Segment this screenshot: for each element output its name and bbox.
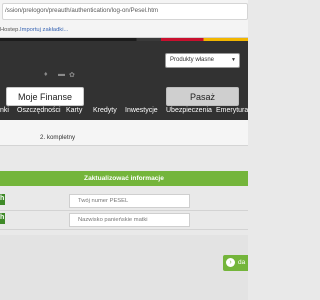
address-bar[interactable]: /ssion/prelogon/preauth/authentication/l… (2, 3, 248, 20)
header-banner: Produkty własne ▼ ♦ ▬ ✿ Moje Finanse Pas… (0, 41, 248, 120)
header-icons: ♦ ▬ ✿ (44, 71, 82, 81)
pesel-placeholder: Twój numer PESEL (78, 198, 129, 204)
nav-item-emerytura[interactable]: Emerytura (216, 107, 248, 114)
form-title: Zaktualizować informacje (84, 175, 164, 182)
message-icon[interactable]: ▬ (58, 71, 65, 78)
products-select-value: Produkty własne (170, 57, 215, 63)
row-divider (0, 210, 248, 211)
arrow-right-icon: › (226, 258, 235, 267)
main-nav: nki Oszczędności Karty Kredyty Inwestycj… (0, 107, 248, 119)
next-button[interactable]: › da (223, 255, 248, 271)
maiden-name-placeholder: Nazwisko panieńskie matki (78, 217, 148, 223)
chevron-down-icon: ▼ (231, 57, 236, 63)
pesel-row-icon: h (0, 194, 5, 205)
nav-item-kredyty[interactable]: Kredyty (93, 107, 117, 114)
maiden-name-row-icon: h (0, 213, 5, 224)
row-divider (0, 229, 248, 230)
import-bookmarks-link[interactable]: Importuj zakładki... (20, 27, 68, 33)
browser-address-area: /ssion/prelogon/preauth/authentication/l… (0, 0, 248, 25)
moje-finanse-button[interactable]: Moje Finanse (6, 87, 84, 106)
gear-icon[interactable]: ✿ (69, 71, 75, 79)
form-header: Zaktualizować informacje (0, 171, 248, 186)
products-select[interactable]: Produkty własne ▼ (165, 53, 240, 68)
pesel-input[interactable]: Twój numer PESEL (69, 194, 190, 208)
lightbulb-icon[interactable]: ♦ (44, 71, 48, 78)
nav-item-ubezpieczenia[interactable]: Ubezpieczenia (166, 107, 212, 114)
url-text: /ssion/prelogon/preauth/authentication/l… (5, 7, 159, 14)
maiden-name-input[interactable]: Nazwisko panieńskie matki (69, 213, 190, 227)
nav-item-oszczednosci[interactable]: Oszczędności (17, 107, 61, 114)
bookmarks-bar: Hostep. Importuj zakładki... (0, 25, 248, 38)
nav-item-karty[interactable]: Karty (66, 107, 82, 114)
nav-item-inwestycje[interactable]: Inwestycje (125, 107, 158, 114)
next-button-label: da (238, 259, 246, 266)
pasaz-button[interactable]: Pasaż (166, 87, 239, 106)
progress-steps: 2. kompletny (0, 120, 248, 146)
bookmarks-prefix: Hostep. (0, 27, 20, 33)
step-label: 2. kompletny (40, 134, 76, 141)
form-footer-area (0, 235, 248, 300)
nav-item-banki[interactable]: nki (0, 107, 9, 114)
